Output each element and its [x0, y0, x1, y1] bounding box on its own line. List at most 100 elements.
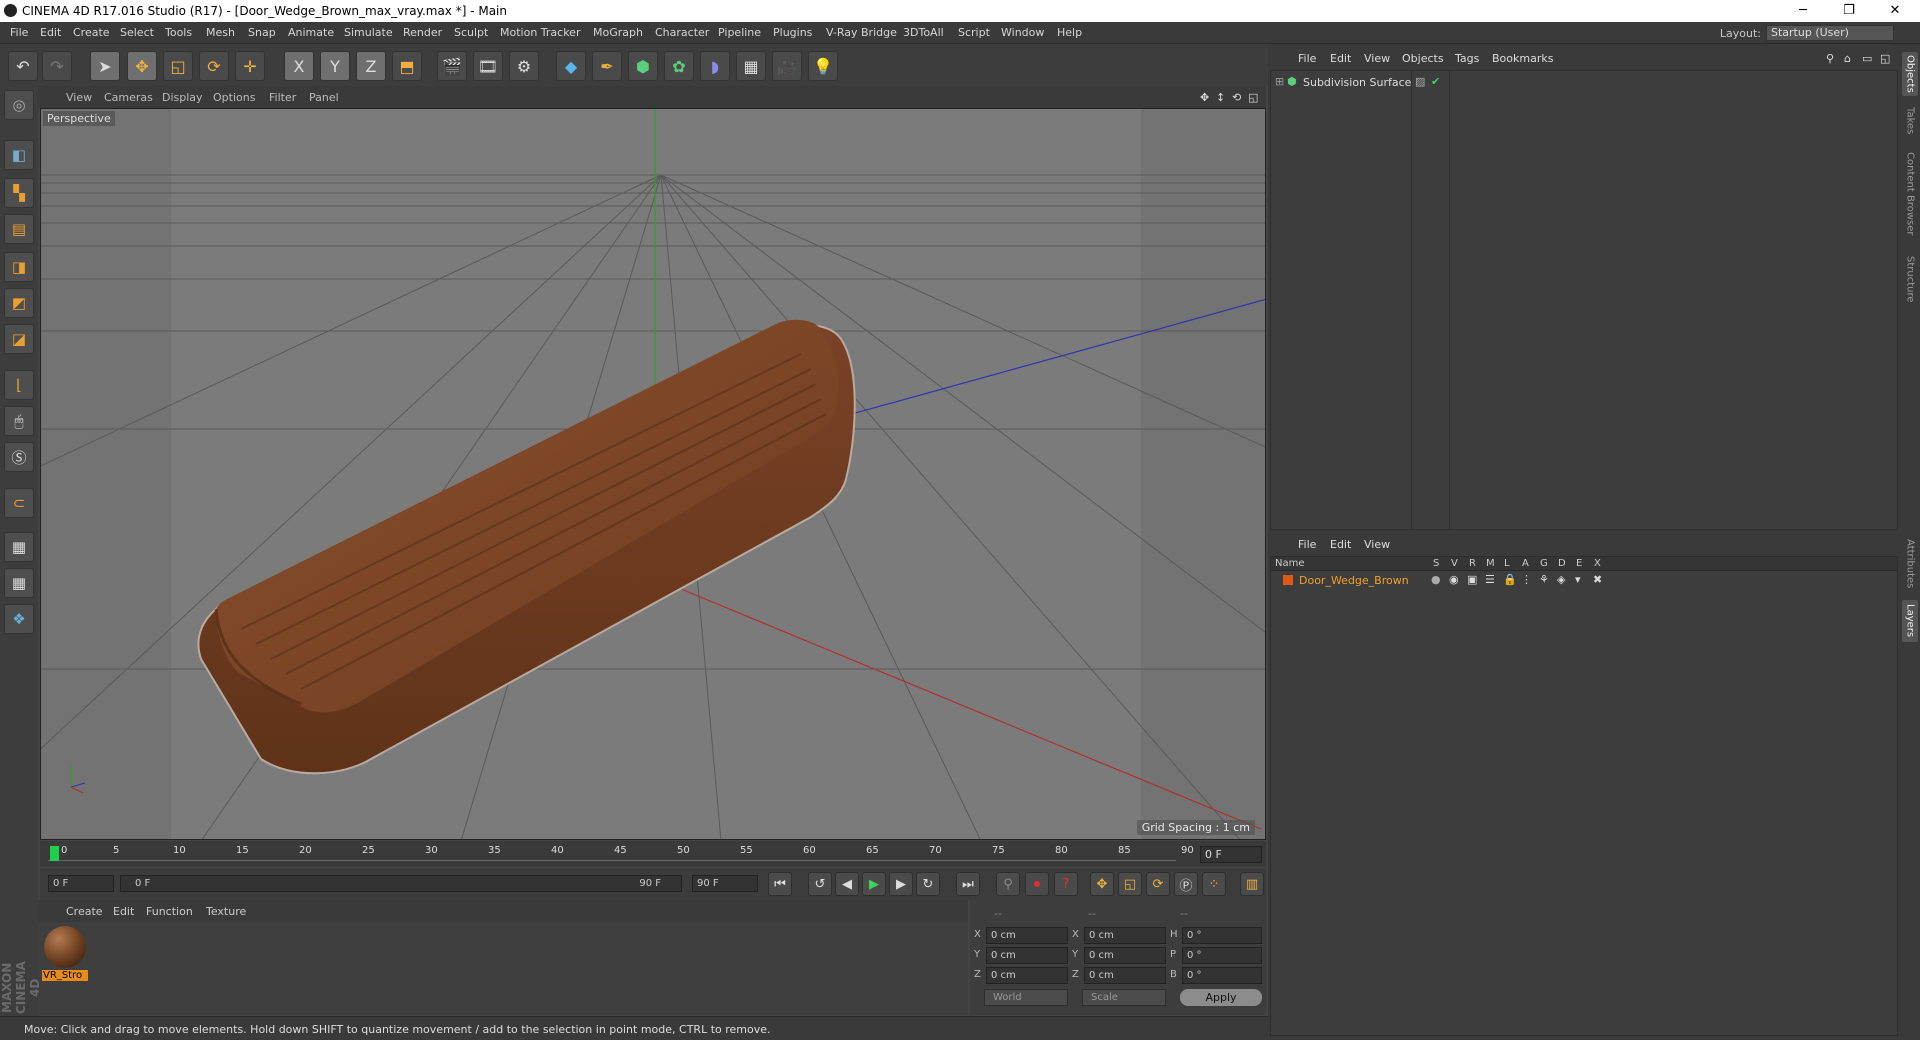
object-menu-file[interactable]: File	[1298, 52, 1316, 65]
col-manager[interactable]: M	[1486, 558, 1495, 569]
points-mode-icon[interactable]: ◨	[4, 252, 34, 282]
make-editable-icon[interactable]: ◎	[4, 90, 34, 120]
rotation-b-field[interactable]: 0 °	[1182, 967, 1262, 984]
tab-structure[interactable]: Structure	[1902, 250, 1918, 308]
material-menu-edit[interactable]: Edit	[113, 905, 134, 918]
layer-menu-view[interactable]: View	[1364, 538, 1390, 551]
scale-icon[interactable]: ◱	[163, 51, 193, 81]
rotation-h-field[interactable]: 0 °	[1182, 927, 1262, 944]
menu-help[interactable]: Help	[1057, 26, 1082, 39]
y-axis-icon[interactable]: Y	[320, 51, 350, 81]
menu-tools[interactable]: Tools	[165, 26, 192, 39]
col-view[interactable]: V	[1451, 558, 1458, 569]
record-icon[interactable]: ⏺	[1025, 872, 1049, 896]
material-preview-swatch[interactable]	[44, 926, 86, 968]
object-menu-edit[interactable]: Edit	[1330, 52, 1351, 65]
layer-expressions-icon[interactable]: ▾	[1575, 573, 1581, 586]
layer-name[interactable]: Door_Wedge_Brown	[1299, 574, 1409, 587]
next-key-icon[interactable]: ↻	[916, 872, 940, 896]
keyframe-selection-icon[interactable]: ⚲	[996, 872, 1020, 896]
axis-mode-icon[interactable]: ⌊	[4, 370, 34, 400]
tab-takes[interactable]: Takes	[1902, 104, 1918, 138]
object-menu-tags[interactable]: Tags	[1455, 52, 1479, 65]
menu-3dtoall[interactable]: 3DToAll	[903, 26, 944, 39]
col-generators[interactable]: G	[1540, 558, 1548, 569]
playhead[interactable]	[50, 846, 59, 861]
subdivision-icon[interactable]: ⬢	[628, 51, 658, 81]
viewport-camera-label[interactable]: Perspective	[43, 111, 115, 126]
key-rotation-icon[interactable]: ⟳	[1146, 872, 1170, 896]
menu-vray-bridge[interactable]: V-Ray Bridge	[826, 26, 897, 39]
light-icon[interactable]: 💡	[808, 51, 838, 81]
model-mode-icon[interactable]: ◧	[4, 140, 34, 170]
goto-start-icon[interactable]: ⏮	[768, 872, 792, 896]
material-name-label[interactable]: VR_Stro	[42, 970, 88, 981]
object-new-window-icon[interactable]: ◱	[1880, 52, 1890, 65]
tab-attributes[interactable]: Attributes	[1902, 534, 1918, 594]
range-slider[interactable]: 0 F 90 F	[120, 875, 682, 892]
menu-pipeline[interactable]: Pipeline	[718, 26, 761, 39]
tab-content-browser[interactable]: Content Browser	[1902, 146, 1918, 242]
live-move-icon[interactable]: ✛	[235, 51, 265, 81]
col-deformers[interactable]: D	[1558, 558, 1566, 569]
col-locked[interactable]: L	[1504, 558, 1510, 569]
object-row[interactable]: ⊞ ⬢ Subdivision Surface ▨ ✔	[1271, 75, 1897, 91]
layer-xref-icon[interactable]: ✖	[1593, 573, 1602, 586]
menu-animate[interactable]: Animate	[288, 26, 334, 39]
size-y-field[interactable]: 0 cm	[1084, 947, 1166, 964]
render-picture-viewer-icon[interactable]: 🎞	[473, 51, 503, 81]
workplane-icon[interactable]: ▤	[4, 214, 34, 244]
maximize-button[interactable]: ❐	[1826, 0, 1872, 22]
viewport-pan-icon[interactable]: ✥	[1200, 91, 1209, 104]
move-icon[interactable]: ✥	[127, 51, 157, 81]
autokey-icon[interactable]: ?	[1054, 872, 1078, 896]
key-scale-icon[interactable]: ◱	[1118, 872, 1142, 896]
select-arrow-icon[interactable]: ➤	[90, 51, 120, 81]
object-home-icon[interactable]: ⌂	[1844, 52, 1851, 65]
pen-icon[interactable]: ✒	[592, 51, 622, 81]
snap-icon[interactable]: Ⓢ	[4, 442, 34, 472]
rotation-p-field[interactable]: 0 °	[1182, 947, 1262, 964]
layer-view-icon[interactable]: ◉	[1449, 573, 1459, 586]
menu-window[interactable]: Window	[1001, 26, 1044, 39]
redo-icon[interactable]: ↷	[42, 51, 72, 81]
render-settings-icon[interactable]: ⚙	[509, 51, 539, 81]
menu-simulate[interactable]: Simulate	[344, 26, 393, 39]
camera-icon[interactable]: 🎥	[772, 51, 802, 81]
key-pla-icon[interactable]: ⁘	[1202, 872, 1226, 896]
render-view-icon[interactable]: 🎬	[437, 51, 467, 81]
array-icon[interactable]: ✿	[664, 51, 694, 81]
prev-key-icon[interactable]: ↺	[808, 872, 832, 896]
floor-icon[interactable]: ▦	[736, 51, 766, 81]
x-axis-icon[interactable]: X	[284, 51, 314, 81]
texture-mode-icon[interactable]: ▚	[4, 178, 34, 208]
rotate-icon[interactable]: ⟳	[199, 51, 229, 81]
current-frame-field[interactable]: 0 F	[1200, 846, 1262, 863]
object-name[interactable]: Subdivision Surface	[1303, 76, 1411, 89]
layer-render-icon[interactable]: ▣	[1467, 573, 1477, 586]
layer-menu-file[interactable]: File	[1298, 538, 1316, 551]
position-z-field[interactable]: 0 cm	[986, 967, 1068, 984]
menu-motion-tracker[interactable]: Motion Tracker	[500, 26, 580, 39]
menu-mograph[interactable]: MoGraph	[593, 26, 643, 39]
menu-render[interactable]: Render	[403, 26, 442, 39]
layer-manager-icon[interactable]: ☰	[1485, 573, 1495, 586]
tweak-mode-icon[interactable]: 🖱	[4, 406, 34, 436]
viewport-menu-display[interactable]: Display	[162, 91, 203, 104]
prev-frame-icon[interactable]: ◀	[835, 872, 859, 896]
apply-button[interactable]: Apply	[1180, 989, 1262, 1006]
timeline-ruler[interactable]: 0 5 10 15 20 25 30 35 40 45 50 55 60 65 …	[40, 841, 1266, 867]
viewport-maximize-icon[interactable]: ◱	[1248, 91, 1258, 104]
menu-plugins[interactable]: Plugins	[773, 26, 812, 39]
viewport-menu-panel[interactable]: Panel	[309, 91, 339, 104]
visibility-toggle-icon[interactable]: ▨	[1415, 75, 1425, 88]
col-animation[interactable]: A	[1522, 558, 1529, 569]
layer-animation-icon[interactable]: ⋮	[1521, 573, 1532, 586]
position-x-field[interactable]: 0 cm	[986, 927, 1068, 944]
material-menu-function[interactable]: Function	[146, 905, 193, 918]
layer-generators-icon[interactable]: ⚘	[1539, 573, 1549, 586]
viewport-zoom-icon[interactable]: ↕	[1216, 91, 1225, 104]
timeline-window-icon[interactable]: ▥	[1240, 872, 1264, 896]
menu-create[interactable]: Create	[73, 26, 110, 39]
menu-sculpt[interactable]: Sculpt	[454, 26, 488, 39]
